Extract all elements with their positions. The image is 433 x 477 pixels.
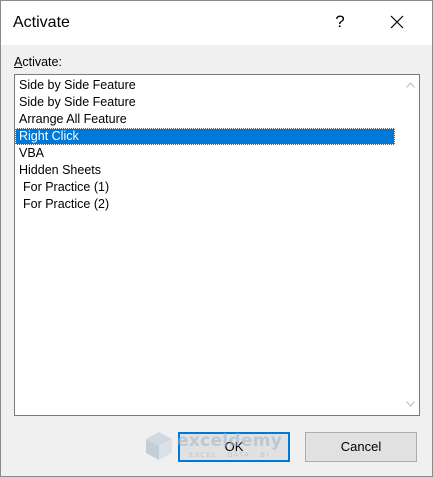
list-item[interactable]: For Practice (2)	[15, 196, 395, 213]
label-text: ctivate:	[22, 55, 62, 69]
scroll-down-button[interactable]	[402, 396, 419, 413]
help-button[interactable]: ?	[323, 5, 357, 39]
list-item[interactable]: Side by Side Feature	[15, 77, 395, 94]
title-bar: Activate ?	[1, 1, 432, 45]
vertical-scrollbar[interactable]	[402, 75, 419, 415]
cancel-button[interactable]: Cancel	[305, 432, 417, 462]
list-item[interactable]: For Practice (1)	[15, 179, 395, 196]
scroll-up-button[interactable]	[402, 77, 419, 94]
activate-list-label: Activate:	[14, 54, 62, 70]
ok-button[interactable]: OK	[178, 432, 290, 462]
list-item[interactable]: VBA	[15, 145, 395, 162]
close-icon	[390, 15, 404, 29]
activate-dialog: Activate ? Activate: Side by Side Featur…	[0, 0, 433, 477]
close-button[interactable]	[377, 5, 417, 39]
exceldemy-logo-icon	[146, 432, 172, 460]
sheet-list-items: Side by Side Feature Side by Side Featur…	[15, 75, 395, 213]
list-item[interactable]: Hidden Sheets	[15, 162, 395, 179]
sheet-listbox[interactable]: Side by Side Feature Side by Side Featur…	[14, 74, 420, 416]
chevron-down-icon	[406, 401, 415, 407]
chevron-up-icon	[406, 82, 415, 88]
dialog-title: Activate	[13, 14, 70, 31]
list-item[interactable]: Arrange All Feature	[15, 111, 395, 128]
list-item-selected[interactable]: Right Click	[15, 128, 395, 145]
list-item[interactable]: Side by Side Feature	[15, 94, 395, 111]
